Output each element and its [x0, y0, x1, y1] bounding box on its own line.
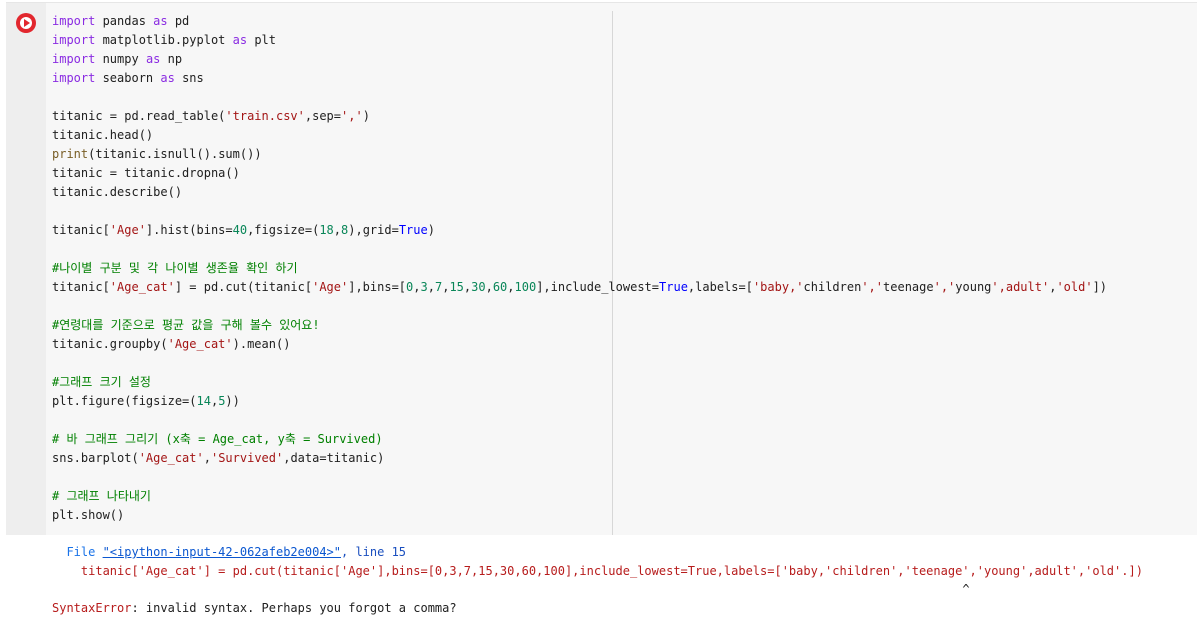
error-line: SyntaxError: invalid syntax. Perhaps you…: [52, 599, 1143, 618]
traceback-caret: ^: [962, 582, 970, 596]
code-line[interactable]: plt.show(): [52, 506, 1107, 525]
code-line[interactable]: titanic.groupby('Age_cat').mean(): [52, 335, 1107, 354]
code-lines[interactable]: import pandas as pd import matplotlib.pyp…: [52, 12, 1107, 525]
code-cell[interactable]: import pandas as pd import matplotlib.pyp…: [6, 2, 1197, 536]
code-comment-line[interactable]: #연령대를 기준으로 평균 값을 구해 볼수 있어요!: [52, 316, 1107, 335]
code-line[interactable]: ​: [52, 202, 1107, 221]
code-line[interactable]: titanic.head(): [52, 126, 1107, 145]
error-message: : invalid syntax. Perhaps you forgot a c…: [131, 600, 457, 615]
code-line[interactable]: titanic['Age_cat'] = pd.cut(titanic['Age…: [52, 278, 1107, 297]
code-line[interactable]: ​: [52, 411, 1107, 430]
traceback-code-echo-line: titanic['Age_cat'] = pd.cut(titanic['Age…: [52, 562, 1143, 581]
code-line[interactable]: ​: [52, 297, 1107, 316]
error-name: SyntaxError: [52, 600, 132, 615]
code-comment-line[interactable]: #나이별 구분 및 각 나이별 생존율 확인 하기: [52, 259, 1107, 278]
code-comment-line[interactable]: # 바 그래프 그리기 (x축 = Age_cat, y축 = Survived…: [52, 430, 1107, 449]
code-line[interactable]: import numpy as np: [52, 50, 1107, 69]
code-line[interactable]: ​: [52, 468, 1107, 487]
code-line[interactable]: ​: [52, 88, 1107, 107]
cell-output: File "<ipython-input-42-062afeb2e004>", …: [6, 535, 1197, 639]
cell-gutter: [6, 3, 46, 536]
code-line[interactable]: print(titanic.isnull().sum()): [52, 145, 1107, 164]
code-line[interactable]: sns.barplot('Age_cat','Survived',data=ti…: [52, 449, 1107, 468]
error-traceback: File "<ipython-input-42-062afeb2e004>", …: [52, 543, 1143, 617]
code-line[interactable]: import matplotlib.pyplot as plt: [52, 31, 1107, 50]
code-comment-line[interactable]: #그래프 크기 설정: [52, 373, 1107, 392]
traceback-line-number: line 15: [355, 545, 407, 559]
traceback-caret-line: ^: [52, 580, 1143, 599]
code-editor[interactable]: import pandas as pd import matplotlib.pyp…: [46, 3, 1197, 536]
code-line[interactable]: ​: [52, 354, 1107, 373]
traceback-file-link[interactable]: "<ipython-input-42-062afeb2e004>": [103, 545, 341, 559]
traceback-file-line: File "<ipython-input-42-062afeb2e004>", …: [52, 543, 1143, 562]
code-line[interactable]: import pandas as pd: [52, 12, 1107, 31]
code-line[interactable]: plt.figure(figsize=(14,5)): [52, 392, 1107, 411]
traceback-file-prefix: File: [66, 545, 103, 559]
code-line[interactable]: titanic = titanic.dropna(): [52, 164, 1107, 183]
code-line[interactable]: titanic = pd.read_table('train.csv',sep=…: [52, 107, 1107, 126]
code-line[interactable]: import seaborn as sns: [52, 69, 1107, 88]
traceback-line-sep: ,: [341, 545, 356, 559]
code-comment-line[interactable]: # 그래프 나타내기: [52, 487, 1107, 506]
run-cell-button[interactable]: [16, 13, 36, 33]
traceback-code-echo: titanic['Age_cat'] = pd.cut(titanic['Age…: [80, 563, 1143, 578]
code-line[interactable]: titanic.describe(): [52, 183, 1107, 202]
code-line[interactable]: titanic['Age'].hist(bins=40,figsize=(18,…: [52, 221, 1107, 240]
code-line[interactable]: ​: [52, 240, 1107, 259]
